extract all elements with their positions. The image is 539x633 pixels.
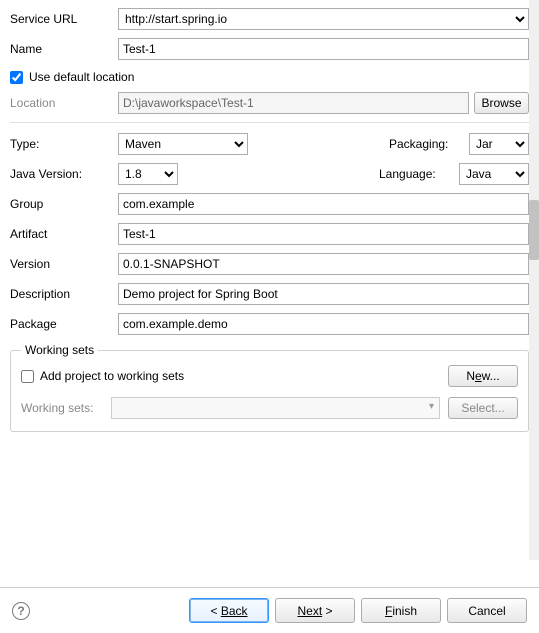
select-working-set-button: Select... [448,397,518,419]
group-input[interactable] [118,193,529,215]
artifact-input[interactable] [118,223,529,245]
use-default-location-label: Use default location [29,70,134,84]
working-sets-group: Working sets Add project to working sets… [10,343,529,432]
next-button[interactable]: Next > [275,598,355,623]
packaging-select[interactable]: Jar [469,133,529,155]
name-input[interactable] [118,38,529,60]
packaging-label: Packaging: [389,137,469,151]
language-label: Language: [379,167,459,181]
cancel-button[interactable]: Cancel [447,598,527,623]
add-to-working-sets-checkbox[interactable] [21,370,34,383]
service-url-select[interactable]: http://start.spring.io [118,8,529,30]
divider [10,122,529,123]
working-sets-combo-label: Working sets: [21,401,111,415]
language-select[interactable]: Java [459,163,529,185]
working-sets-legend: Working sets [21,343,98,357]
version-input[interactable] [118,253,529,275]
description-input[interactable] [118,283,529,305]
new-working-set-button[interactable]: New... [448,365,518,387]
description-label: Description [10,287,118,301]
vertical-scrollbar[interactable] [529,0,539,560]
finish-button[interactable]: Finish [361,598,441,623]
working-sets-combo [111,397,440,419]
scrollbar-thumb[interactable] [529,200,539,260]
name-label: Name [10,42,118,56]
group-label: Group [10,197,118,211]
version-label: Version [10,257,118,271]
java-version-select[interactable]: 1.8 [118,163,178,185]
service-url-label: Service URL [10,12,118,26]
location-input [118,92,469,114]
java-version-label: Java Version: [10,167,118,181]
type-label: Type: [10,137,118,151]
type-select[interactable]: Maven [118,133,248,155]
artifact-label: Artifact [10,227,118,241]
browse-button[interactable]: Browse [474,92,529,114]
location-label: Location [10,96,118,110]
help-icon[interactable]: ? [12,602,30,620]
add-to-working-sets-label: Add project to working sets [40,369,184,383]
package-input[interactable] [118,313,529,335]
use-default-location-checkbox[interactable] [10,71,23,84]
back-button[interactable]: < Back [189,598,269,623]
package-label: Package [10,317,118,331]
